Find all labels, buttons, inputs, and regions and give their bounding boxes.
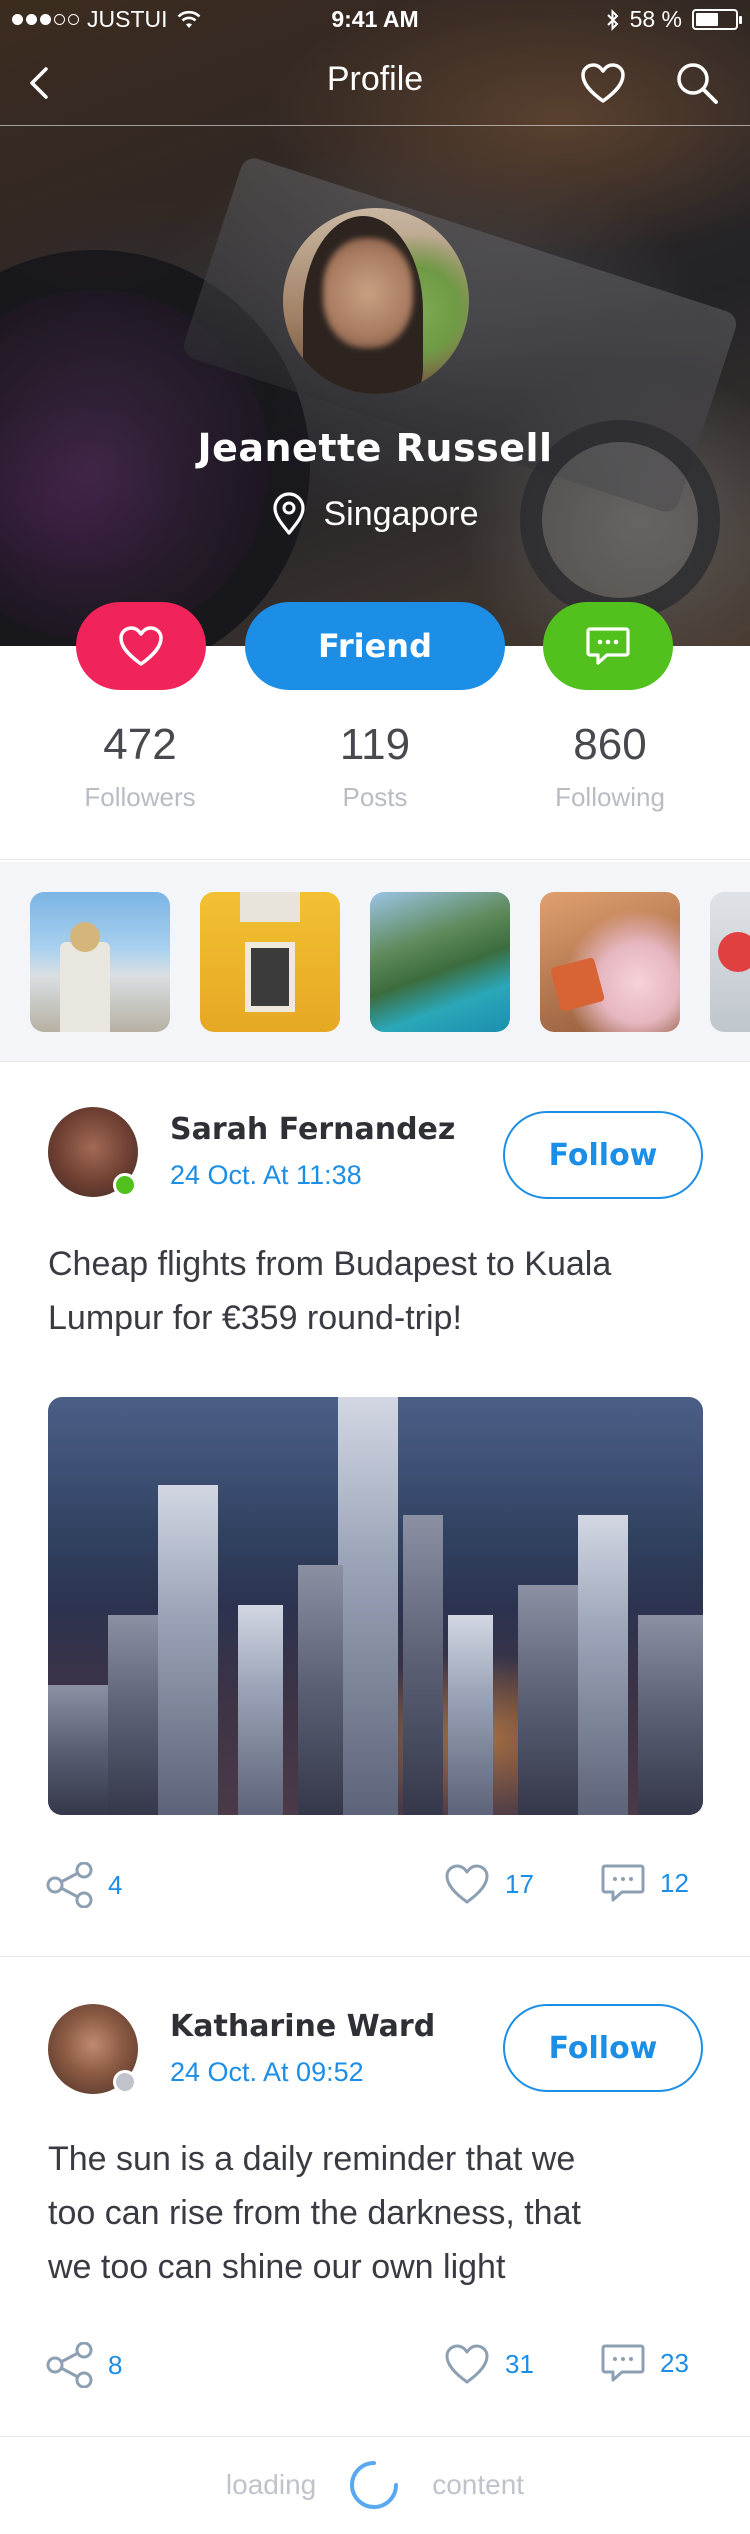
stat-value: 472 — [103, 720, 177, 769]
gallery-photo[interactable] — [30, 892, 170, 1032]
location-pin-icon — [273, 492, 306, 535]
location-text: Singapore — [323, 494, 479, 533]
offline-status-indicator — [113, 2070, 137, 2094]
follow-button[interactable]: Follow — [503, 2004, 703, 2092]
post-photo[interactable] — [48, 1397, 703, 1815]
like-profile-button[interactable] — [76, 602, 206, 690]
comment-icon — [601, 1864, 645, 1902]
photo-gallery[interactable] — [0, 862, 750, 1062]
favorite-button[interactable] — [578, 58, 628, 108]
page-title: Profile — [326, 60, 424, 98]
post-actions: 4 17 12 — [0, 1862, 750, 1922]
post-text-line: The sun is a daily reminder that we — [48, 2140, 576, 2178]
loading-text-right: content — [432, 2469, 525, 2500]
heart-icon — [119, 626, 163, 666]
profile-name: Jeanette Russell — [197, 426, 553, 470]
post-text-line: Cheap flights from Budapest to Kuala — [48, 1245, 612, 1283]
loading-indicator: loading content — [0, 2440, 750, 2530]
profile-screen: JUSTUI 9:41 AM 58 % Profile Jeanette Rus… — [0, 0, 750, 2534]
heart-icon — [581, 63, 625, 103]
share-button[interactable]: 4 — [46, 1862, 122, 1908]
share-count: 4 — [108, 1869, 123, 1900]
comment-icon — [601, 2344, 645, 2382]
post-timestamp: 24 Oct. At 09:52 — [170, 2057, 364, 2087]
search-button[interactable] — [672, 58, 722, 108]
battery-level — [696, 13, 718, 26]
gallery-photo[interactable] — [370, 892, 510, 1032]
profile-location: Singapore — [0, 492, 750, 536]
share-icon — [46, 2342, 93, 2388]
profile-header-background: JUSTUI 9:41 AM 58 % Profile Jeanette Rus… — [0, 0, 750, 646]
bluetooth-icon — [606, 8, 618, 31]
stat-label: Following — [555, 782, 665, 812]
gallery-photo[interactable] — [200, 892, 340, 1032]
profile-stats: 472 Followers 119 Posts 860 Following — [0, 720, 750, 860]
status-bar: JUSTUI 9:41 AM 58 % — [0, 0, 750, 40]
like-button[interactable]: 31 — [443, 2342, 534, 2386]
stat-label: Posts — [342, 782, 408, 812]
gallery-photo[interactable] — [710, 892, 750, 1032]
gallery-photo[interactable] — [540, 892, 680, 1032]
comment-count: 12 — [660, 1867, 689, 1898]
status-right: 58 % — [606, 6, 742, 33]
post-timestamp: 24 Oct. At 11:38 — [170, 1160, 362, 1190]
search-icon — [677, 63, 718, 104]
message-button[interactable] — [543, 602, 673, 690]
like-button[interactable]: 17 — [443, 1862, 534, 1906]
stat-label: Followers — [84, 782, 196, 812]
post-text-line: too can rise from the darkness, that — [48, 2194, 581, 2232]
post-text: Cheap flights from Budapest to Kuala Lum… — [48, 1237, 718, 1345]
profile-avatar[interactable] — [283, 208, 469, 394]
post-card: Katharine Ward 24 Oct. At 09:52 Follow T… — [0, 1957, 750, 2437]
heart-icon — [445, 1864, 489, 1904]
post-text: The sun is a daily reminder that we too … — [48, 2132, 718, 2294]
share-icon — [46, 1862, 93, 1908]
stat-following[interactable]: 860 Following — [485, 720, 735, 813]
stat-posts[interactable]: 119 Posts — [250, 720, 500, 813]
post-text-line: Lumpur for €359 round-trip! — [48, 1299, 462, 1337]
comment-button[interactable]: 23 — [600, 2342, 689, 2384]
online-status-indicator — [113, 1173, 137, 1197]
heart-icon — [445, 2344, 489, 2384]
stat-value: 860 — [573, 720, 647, 769]
chat-icon — [586, 627, 630, 665]
friend-button[interactable]: Friend — [245, 602, 505, 690]
like-count: 17 — [505, 1868, 534, 1899]
loading-text-left: loading — [225, 2469, 317, 2500]
post-author-name[interactable]: Sarah Fernandez — [170, 1112, 455, 1147]
follow-button[interactable]: Follow — [503, 1111, 703, 1199]
battery-icon — [692, 9, 742, 30]
share-count: 8 — [108, 2349, 123, 2380]
comment-button[interactable]: 12 — [600, 1862, 689, 1904]
post-actions: 8 31 23 — [0, 2342, 750, 2402]
like-count: 31 — [505, 2348, 534, 2379]
post-text-line: we too can shine our own light — [48, 2248, 506, 2286]
nav-bar: Profile — [0, 40, 750, 126]
post-author-name[interactable]: Katharine Ward — [170, 2009, 435, 2044]
stat-value: 119 — [339, 720, 411, 769]
avatar-face — [323, 238, 413, 348]
stat-followers[interactable]: 472 Followers — [15, 720, 265, 813]
spinner-icon — [350, 2461, 399, 2509]
battery-percent: 58 % — [629, 6, 682, 32]
comment-count: 23 — [660, 2347, 689, 2378]
share-button[interactable]: 8 — [46, 2342, 122, 2388]
